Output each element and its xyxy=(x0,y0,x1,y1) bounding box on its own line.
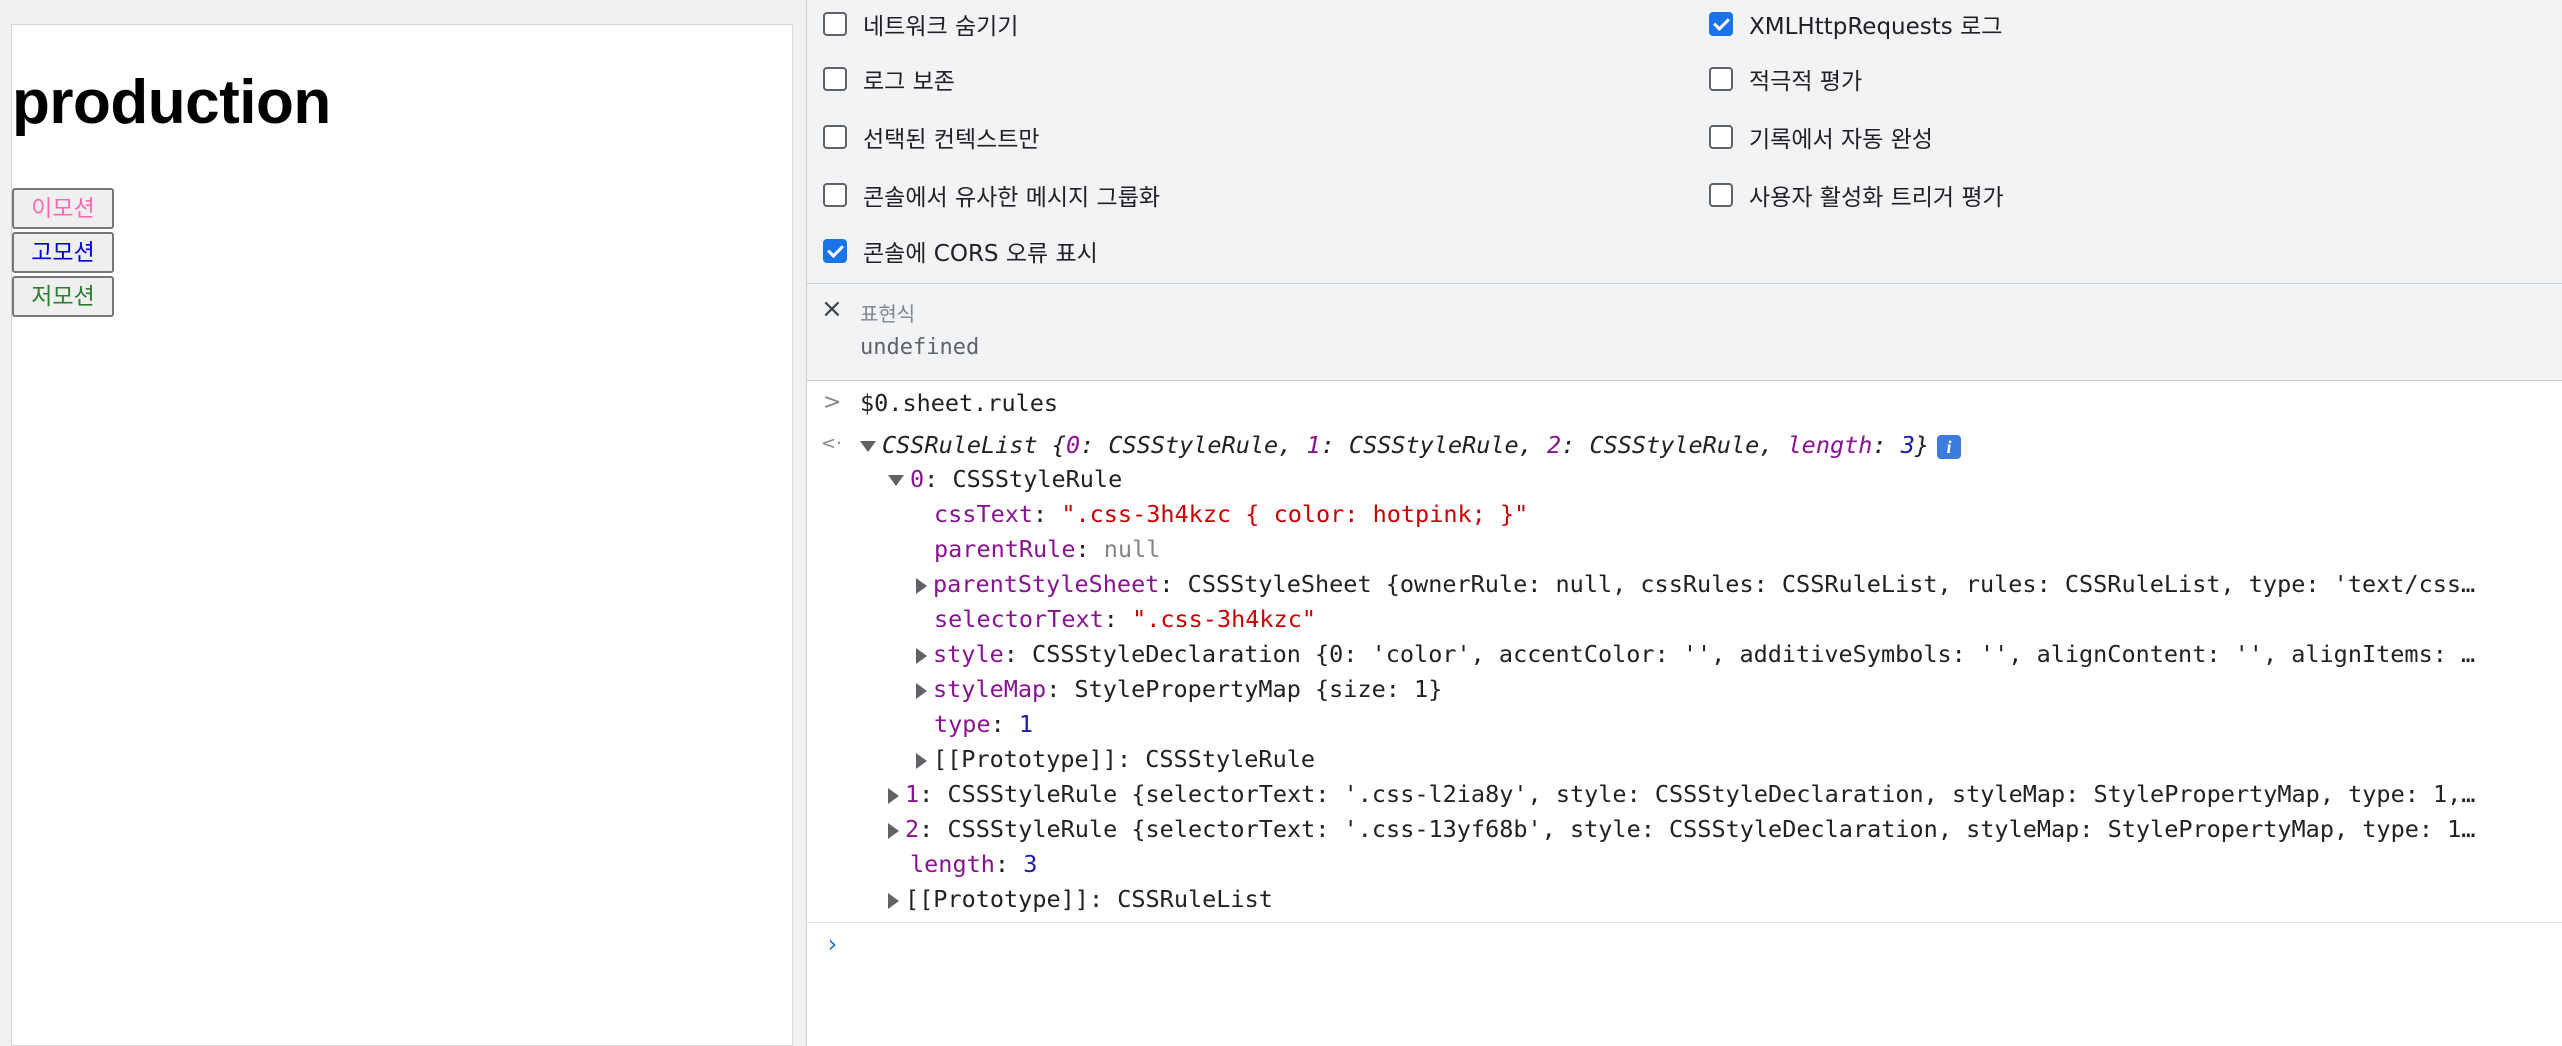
list-prototype[interactable]: [[Prototype]]: CSSRuleList xyxy=(888,882,1273,916)
setting-autocomplete-history[interactable]: 기록에서 자동 완성 xyxy=(1709,122,1933,153)
prop-parentstylesheet[interactable]: parentStyleSheet: CSSStyleSheet {ownerRu… xyxy=(916,567,2475,601)
rule-0-header[interactable]: 0: CSSStyleRule xyxy=(888,462,1122,496)
setting-label: 선택된 컨텍스트만 xyxy=(863,127,1040,153)
expand-triangle-icon[interactable] xyxy=(916,577,927,594)
live-expression-label[interactable]: 표현식 xyxy=(860,298,915,327)
info-icon[interactable]: i xyxy=(1937,434,1962,459)
prompt-chevron-icon: › xyxy=(825,930,840,958)
checkbox-log-xhr[interactable] xyxy=(1709,12,1733,36)
prop-parentrule: parentRule: null xyxy=(934,535,1161,563)
emotion-button-blue[interactable]: 고모션 xyxy=(12,232,114,273)
prompt-divider xyxy=(807,922,2562,923)
setting-show-cors-errors[interactable]: 콘솔에 CORS 오류 표시 xyxy=(823,236,1098,267)
expand-triangle-icon[interactable] xyxy=(916,752,927,769)
setting-eager-evaluation[interactable]: 적극적 평가 xyxy=(1709,64,1863,95)
setting-label: 네트워크 숨기기 xyxy=(863,14,1019,40)
console-settings-panel: 네트워크 숨기기 로그 보존 선택된 컨텍스트만 콘솔에서 유사한 메시지 그룹… xyxy=(807,0,2562,284)
checkbox-hide-network[interactable] xyxy=(823,12,847,36)
expand-triangle-icon[interactable] xyxy=(916,682,927,699)
prop-stylemap[interactable]: styleMap: StylePropertyMap {size: 1} xyxy=(916,672,1442,706)
setting-preserve-log[interactable]: 로그 보존 xyxy=(823,64,955,95)
setting-label: XMLHttpRequests 로그 xyxy=(1749,14,2003,40)
checkbox-preserve-log[interactable] xyxy=(823,67,847,91)
expand-triangle-icon[interactable] xyxy=(888,787,899,804)
setting-label: 사용자 활성화 트리거 평가 xyxy=(1749,185,2004,211)
expand-triangle-icon[interactable] xyxy=(888,822,899,839)
page-viewport: production 이모션 고모션 저모션 xyxy=(11,24,793,1046)
result-prompt-icon: <· xyxy=(821,433,842,454)
setting-user-activation-eval[interactable]: 사용자 활성화 트리거 평가 xyxy=(1709,180,2004,211)
prop-prototype[interactable]: [[Prototype]]: CSSStyleRule xyxy=(916,742,1315,776)
emotion-button-pink[interactable]: 이모션 xyxy=(12,188,114,229)
prop-type: type: 1 xyxy=(934,710,1034,738)
checkbox-selected-context-only[interactable] xyxy=(823,125,847,149)
devtools-console: 네트워크 숨기기 로그 보존 선택된 컨텍스트만 콘솔에서 유사한 메시지 그룹… xyxy=(806,0,2562,1046)
setting-label: 적극적 평가 xyxy=(1749,69,1863,95)
prop-selectortext: selectorText: ".css-3h4kzc" xyxy=(934,605,1317,633)
setting-label: 콘솔에서 유사한 메시지 그룹화 xyxy=(863,185,1161,211)
collapse-triangle-icon[interactable] xyxy=(888,475,904,486)
expand-triangle-icon[interactable] xyxy=(916,647,927,664)
console-command: $0.sheet.rules xyxy=(860,389,1059,417)
console-input[interactable] xyxy=(857,925,2537,965)
setting-label: 로그 보존 xyxy=(863,69,955,95)
live-expression: × 표현식 undefined xyxy=(807,284,2562,381)
setting-group-similar[interactable]: 콘솔에서 유사한 메시지 그룹화 xyxy=(823,180,1161,211)
setting-hide-network[interactable]: 네트워크 숨기기 xyxy=(823,9,1019,40)
prop-csstext: cssText: ".css-3h4kzc { color: hotpink; … xyxy=(934,500,1529,528)
expand-triangle-icon[interactable] xyxy=(888,892,899,909)
rule-2-row[interactable]: 2: CSSStyleRule {selectorText: '.css-13y… xyxy=(888,812,2475,846)
prop-style[interactable]: style: CSSStyleDeclaration {0: 'color', … xyxy=(916,637,2475,671)
setting-selected-context-only[interactable]: 선택된 컨텍스트만 xyxy=(823,122,1040,153)
setting-label: 콘솔에 CORS 오류 표시 xyxy=(863,241,1098,267)
expand-triangle-icon[interactable] xyxy=(860,441,876,452)
checkbox-show-cors-errors[interactable] xyxy=(823,239,847,263)
setting-label: 기록에서 자동 완성 xyxy=(1749,127,1933,153)
checkbox-autocomplete-history[interactable] xyxy=(1709,125,1733,149)
checkbox-eager-evaluation[interactable] xyxy=(1709,67,1733,91)
live-expression-value: undefined xyxy=(860,335,980,360)
close-icon[interactable]: × xyxy=(821,296,843,322)
page-preview-pane: production 이모션 고모션 저모션 xyxy=(0,0,806,1046)
page-title: production xyxy=(12,68,331,137)
emotion-button-green[interactable]: 저모션 xyxy=(12,276,114,317)
list-length: length: 3 xyxy=(910,850,1038,878)
result-summary[interactable]: CSSRuleList {0: CSSStyleRule, 1: CSSStyl… xyxy=(860,428,1962,462)
input-prompt-icon: > xyxy=(823,390,842,415)
setting-log-xhr[interactable]: XMLHttpRequests 로그 xyxy=(1709,9,2003,40)
checkbox-group-similar[interactable] xyxy=(823,183,847,207)
rule-1-row[interactable]: 1: CSSStyleRule {selectorText: '.css-l2i… xyxy=(888,777,2475,811)
checkbox-user-activation-eval[interactable] xyxy=(1709,183,1733,207)
